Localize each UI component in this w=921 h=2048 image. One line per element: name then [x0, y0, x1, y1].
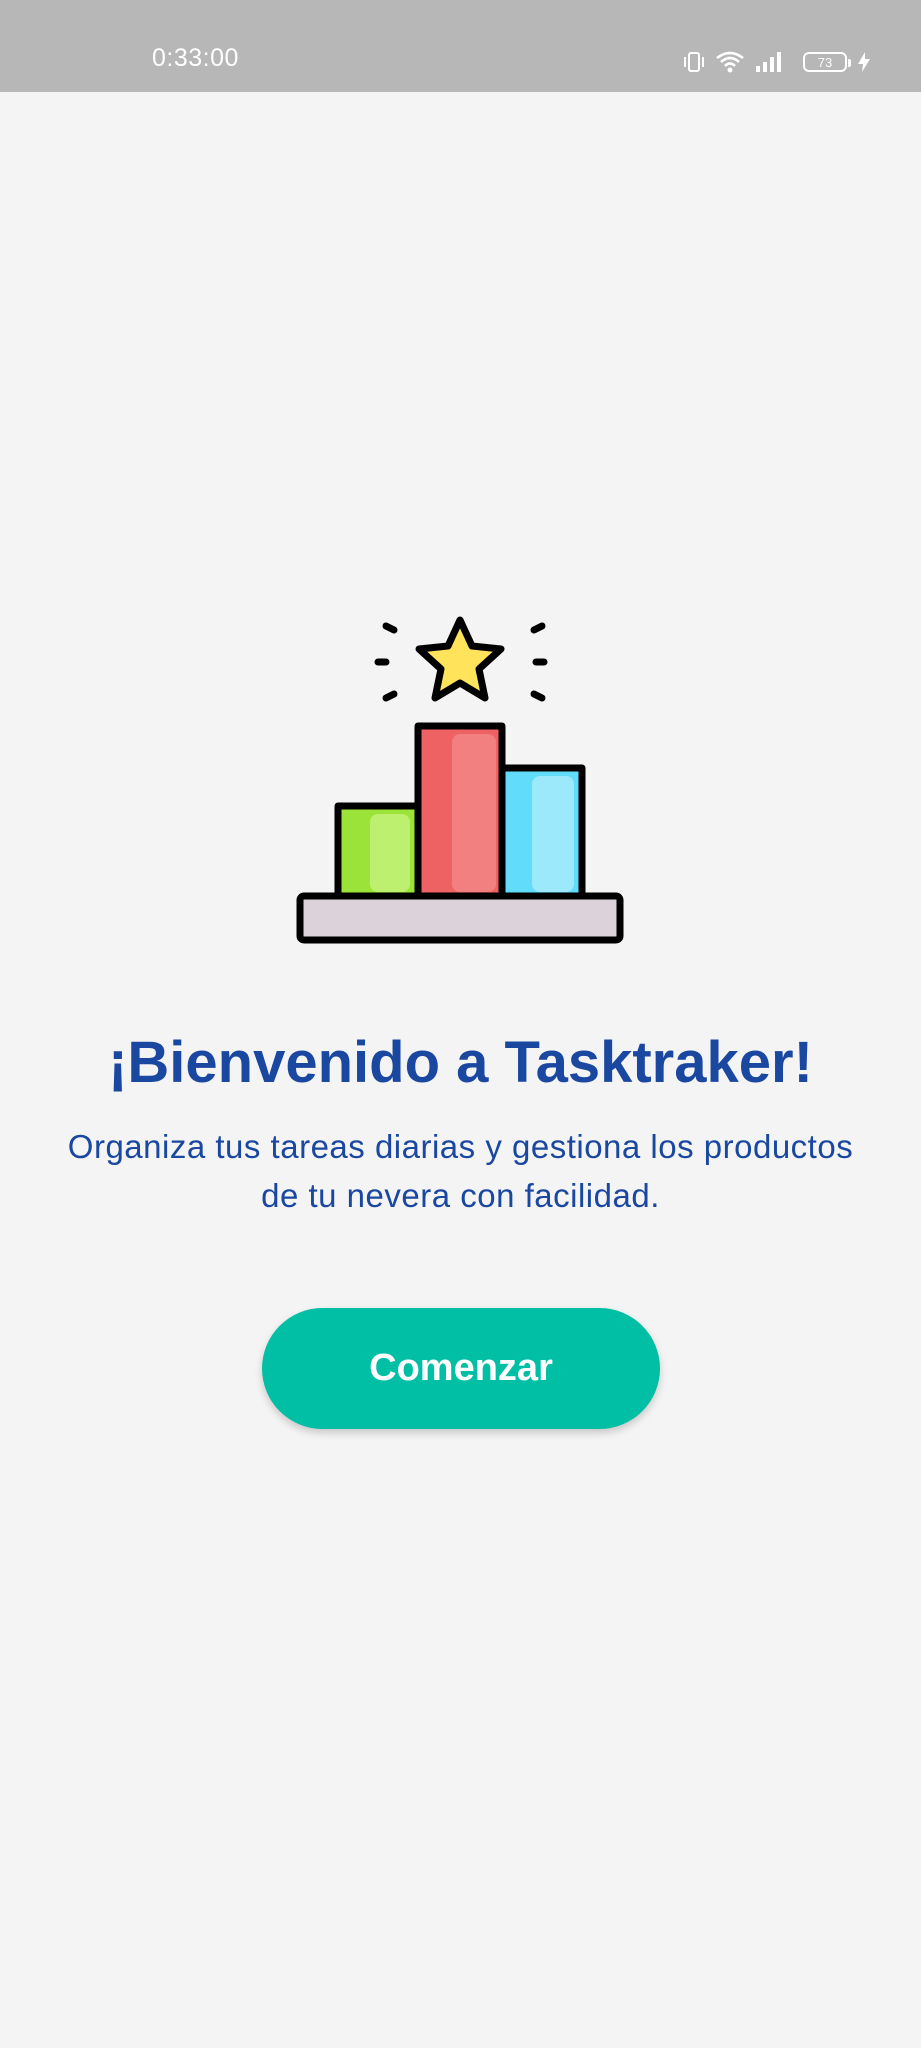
welcome-subtitle: Organiza tus tareas diarias y gestiona l…	[30, 1122, 891, 1220]
wifi-icon	[715, 50, 745, 74]
battery-level: 73	[817, 54, 833, 70]
welcome-title: ¡Bienvenido a Tasktraker!	[108, 1029, 813, 1095]
signal-icon	[755, 51, 785, 73]
status-time: 0:33:00	[152, 44, 239, 72]
welcome-screen: 0:33:00 73 ¡Bienvenido a Tasktraker! Org…	[0, 0, 921, 2048]
subtitle-line-1: Organiza tus tareas diarias y gestiona l…	[67, 1128, 854, 1165]
charging-icon	[857, 51, 871, 73]
podium-chart-star-icon	[296, 614, 624, 946]
subtitle-line-2: de tu nevera con facilidad.	[261, 1177, 660, 1214]
vibrate-icon	[683, 51, 705, 73]
status-icons: 73	[683, 47, 871, 77]
battery-icon: 73	[803, 52, 851, 72]
start-button[interactable]: Comenzar	[262, 1308, 660, 1429]
status-bar: 0:33:00 73	[0, 0, 921, 92]
